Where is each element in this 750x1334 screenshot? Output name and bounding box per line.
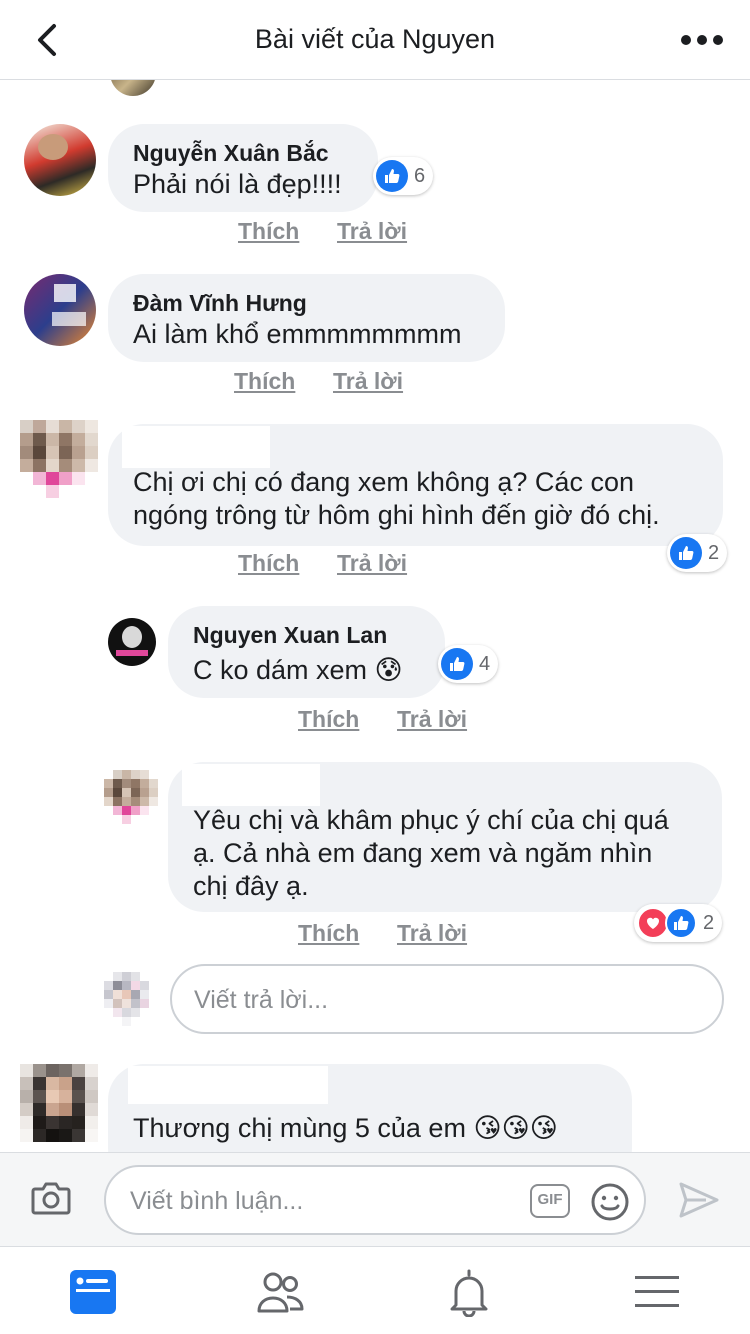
reply-button[interactable]: Trả lời	[337, 218, 407, 245]
reply-button[interactable]: Trả lời	[397, 920, 467, 947]
comment-bubble[interactable]: Chị ơi chị có đang xem không ạ? Các con …	[108, 424, 723, 546]
like-button[interactable]: Thích	[298, 920, 359, 947]
reply-button[interactable]: Trả lời	[333, 368, 403, 395]
send-icon[interactable]	[678, 1180, 720, 1220]
comment-author[interactable]: Nguyễn Xuân Bắc	[133, 140, 329, 167]
redacted-name	[182, 764, 320, 806]
like-icon	[441, 648, 473, 680]
avatar[interactable]	[104, 770, 158, 824]
reaction-summary[interactable]: 6	[373, 157, 434, 195]
comment-composer: Viết bình luận... GIF	[0, 1152, 750, 1246]
like-button[interactable]: Thích	[238, 550, 299, 577]
like-icon	[376, 160, 408, 192]
reply-button[interactable]: Trả lời	[337, 550, 407, 577]
gif-button[interactable]: GIF	[530, 1184, 570, 1218]
reply-bubble[interactable]: Nguyen Xuan Lan C ko dám xem 😰	[168, 606, 445, 698]
like-button[interactable]: Thích	[234, 368, 295, 395]
comment-text: C ko dám xem 😰	[193, 655, 403, 685]
reply-input[interactable]: Viết trả lời...	[170, 964, 724, 1034]
menu-icon[interactable]	[632, 1267, 682, 1317]
camera-icon[interactable]	[30, 1179, 72, 1217]
comment-input-placeholder: Viết bình luận...	[130, 1187, 304, 1215]
like-button[interactable]: Thích	[238, 218, 299, 245]
avatar[interactable]	[104, 972, 158, 1026]
comment-bubble[interactable]: Nguyễn Xuân Bắc Phải nói là đẹp!!!!	[108, 124, 378, 212]
comment-text: Chị ơi chị có đang xem không ạ? Các con	[133, 467, 634, 497]
comment-input[interactable]: Viết bình luận... GIF	[104, 1165, 646, 1235]
comment-text: chị đây ạ.	[193, 871, 309, 901]
reaction-count: 2	[703, 911, 715, 934]
comment-author[interactable]: Nguyen Xuan Lan	[193, 622, 387, 649]
avatar[interactable]	[108, 618, 156, 666]
reaction-summary[interactable]: 4	[438, 645, 499, 683]
like-icon	[670, 537, 702, 569]
comment-text: Phải nói là đẹp!!!!	[133, 169, 342, 199]
reaction-count: 6	[414, 164, 426, 187]
comment-text: Yêu chị và khâm phục ý chí của chị quá	[193, 805, 669, 835]
comment-bubble[interactable]: Đàm Vĩnh Hưng Ai làm khổ emmmmmmmm	[108, 274, 505, 362]
notifications-icon[interactable]	[444, 1267, 494, 1317]
emoji-icon[interactable]	[590, 1182, 630, 1222]
friends-icon[interactable]	[256, 1267, 306, 1317]
comment-text: Thương chị mùng 5 của em 😘😘😘	[133, 1113, 558, 1143]
page-title: Bài viết của Nguyen	[254, 24, 496, 54]
bottom-tab-bar	[0, 1246, 750, 1334]
reaction-summary[interactable]: 2	[634, 904, 723, 942]
comment-text: Ai làm khổ emmmmmmmm	[133, 319, 462, 349]
reply-button[interactable]: Trả lời	[397, 706, 467, 733]
reaction-count: 2	[708, 541, 720, 564]
comment-text: ạ. Cả nhà em đang xem và ngăm nhìn	[193, 838, 653, 868]
avatar[interactable]	[20, 420, 98, 498]
comment-text: ngóng trông từ hôm ghi hình đến giờ đó c…	[133, 500, 660, 530]
reply-bubble[interactable]: Yêu chị và khâm phục ý chí của chị quá ạ…	[168, 762, 722, 912]
reaction-summary[interactable]: 2	[667, 534, 728, 572]
like-button[interactable]: Thích	[298, 706, 359, 733]
avatar[interactable]	[24, 274, 96, 346]
like-icon	[665, 907, 697, 939]
news-feed-icon[interactable]	[68, 1267, 118, 1317]
redacted-name	[122, 426, 270, 468]
reply-input-placeholder: Viết trả lời...	[194, 986, 329, 1014]
more-icon[interactable]	[680, 30, 724, 50]
reaction-count: 4	[479, 652, 491, 675]
redacted-name	[128, 1066, 328, 1104]
avatar[interactable]	[20, 1064, 98, 1142]
top-bar: Bài viết của Nguyen	[0, 0, 750, 80]
avatar[interactable]	[24, 124, 96, 196]
comment-author[interactable]: Đàm Vĩnh Hưng	[133, 290, 307, 317]
